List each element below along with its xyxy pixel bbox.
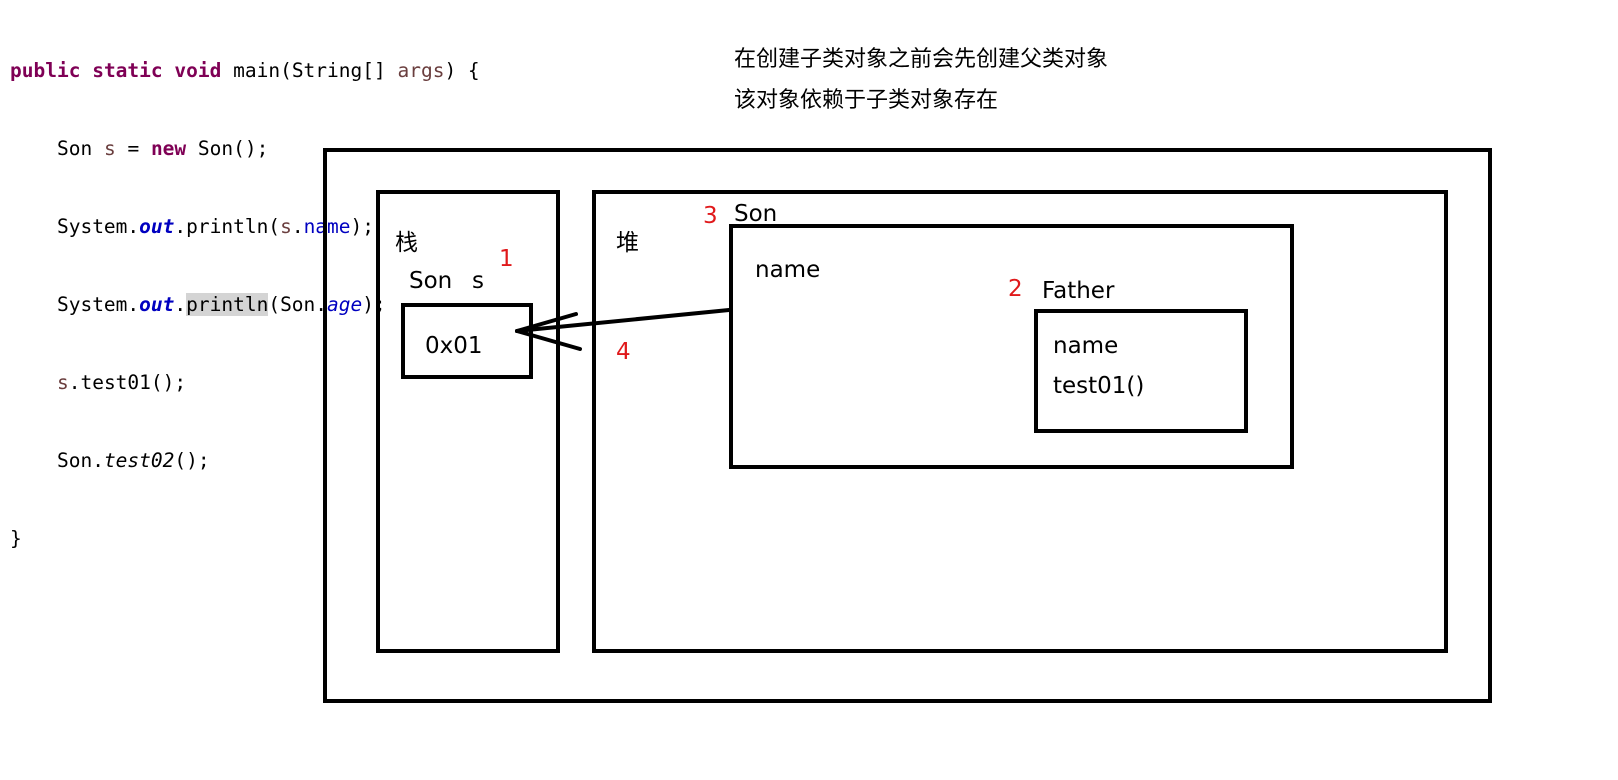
code-system: System. (56, 215, 140, 238)
code-dot: . (291, 215, 304, 238)
keyword-public: public (10, 59, 81, 82)
code-out-field: out (139, 215, 175, 238)
step-number-2: 2 (1008, 276, 1023, 302)
father-title: Father (1042, 278, 1115, 304)
code-assign: = (115, 137, 151, 160)
keyword-new: new (150, 137, 187, 160)
code-type: Son (56, 137, 93, 160)
code-call-test01: .test01(); (68, 371, 187, 394)
heap-label: 堆 (616, 230, 639, 256)
code-dot: . (174, 293, 187, 316)
son-field-name: name (755, 257, 821, 283)
code-println: .println( (174, 215, 281, 238)
stack-label: 栈 (395, 230, 418, 256)
stack-box (376, 190, 560, 653)
code-main-signature: main(String[] (221, 59, 398, 82)
father-field-name: name (1053, 333, 1119, 359)
code-son-ref: Son. (56, 449, 104, 472)
code-var: s (56, 371, 69, 394)
code-param-args: args (397, 59, 445, 82)
code-constructor: Son(); (186, 137, 269, 160)
code-var: s (103, 137, 116, 160)
note-line-1: 在创建子类对象之前会先创建父类对象 (734, 47, 1109, 72)
code-out-field: out (139, 293, 175, 316)
code-println-highlighted: println (186, 293, 269, 316)
father-method: test01() (1053, 373, 1145, 399)
step-number-1: 1 (499, 246, 514, 272)
keyword-static: static (92, 59, 163, 82)
step-number-4: 4 (616, 339, 631, 365)
son-title: Son (734, 201, 778, 227)
code-static-method-test02: test02 (103, 449, 175, 472)
note-line-2: 该对象依赖于子类对象存在 (734, 88, 999, 113)
stack-var-name: s (472, 268, 484, 294)
code-close-brace: } (10, 527, 22, 550)
code-var: s (280, 215, 292, 238)
keyword-void: void (174, 59, 222, 82)
code-close: (); (174, 449, 210, 472)
step-number-3: 3 (703, 203, 718, 229)
code-son-ref: (Son. (268, 293, 328, 316)
address-value: 0x01 (425, 333, 483, 359)
code-system: System. (56, 293, 140, 316)
code-open-brace: ) { (444, 59, 480, 82)
stack-var-type: Son (409, 268, 453, 294)
code-line-1: public static void main(String[] args) { (10, 58, 480, 84)
father-object-box (1034, 309, 1248, 433)
